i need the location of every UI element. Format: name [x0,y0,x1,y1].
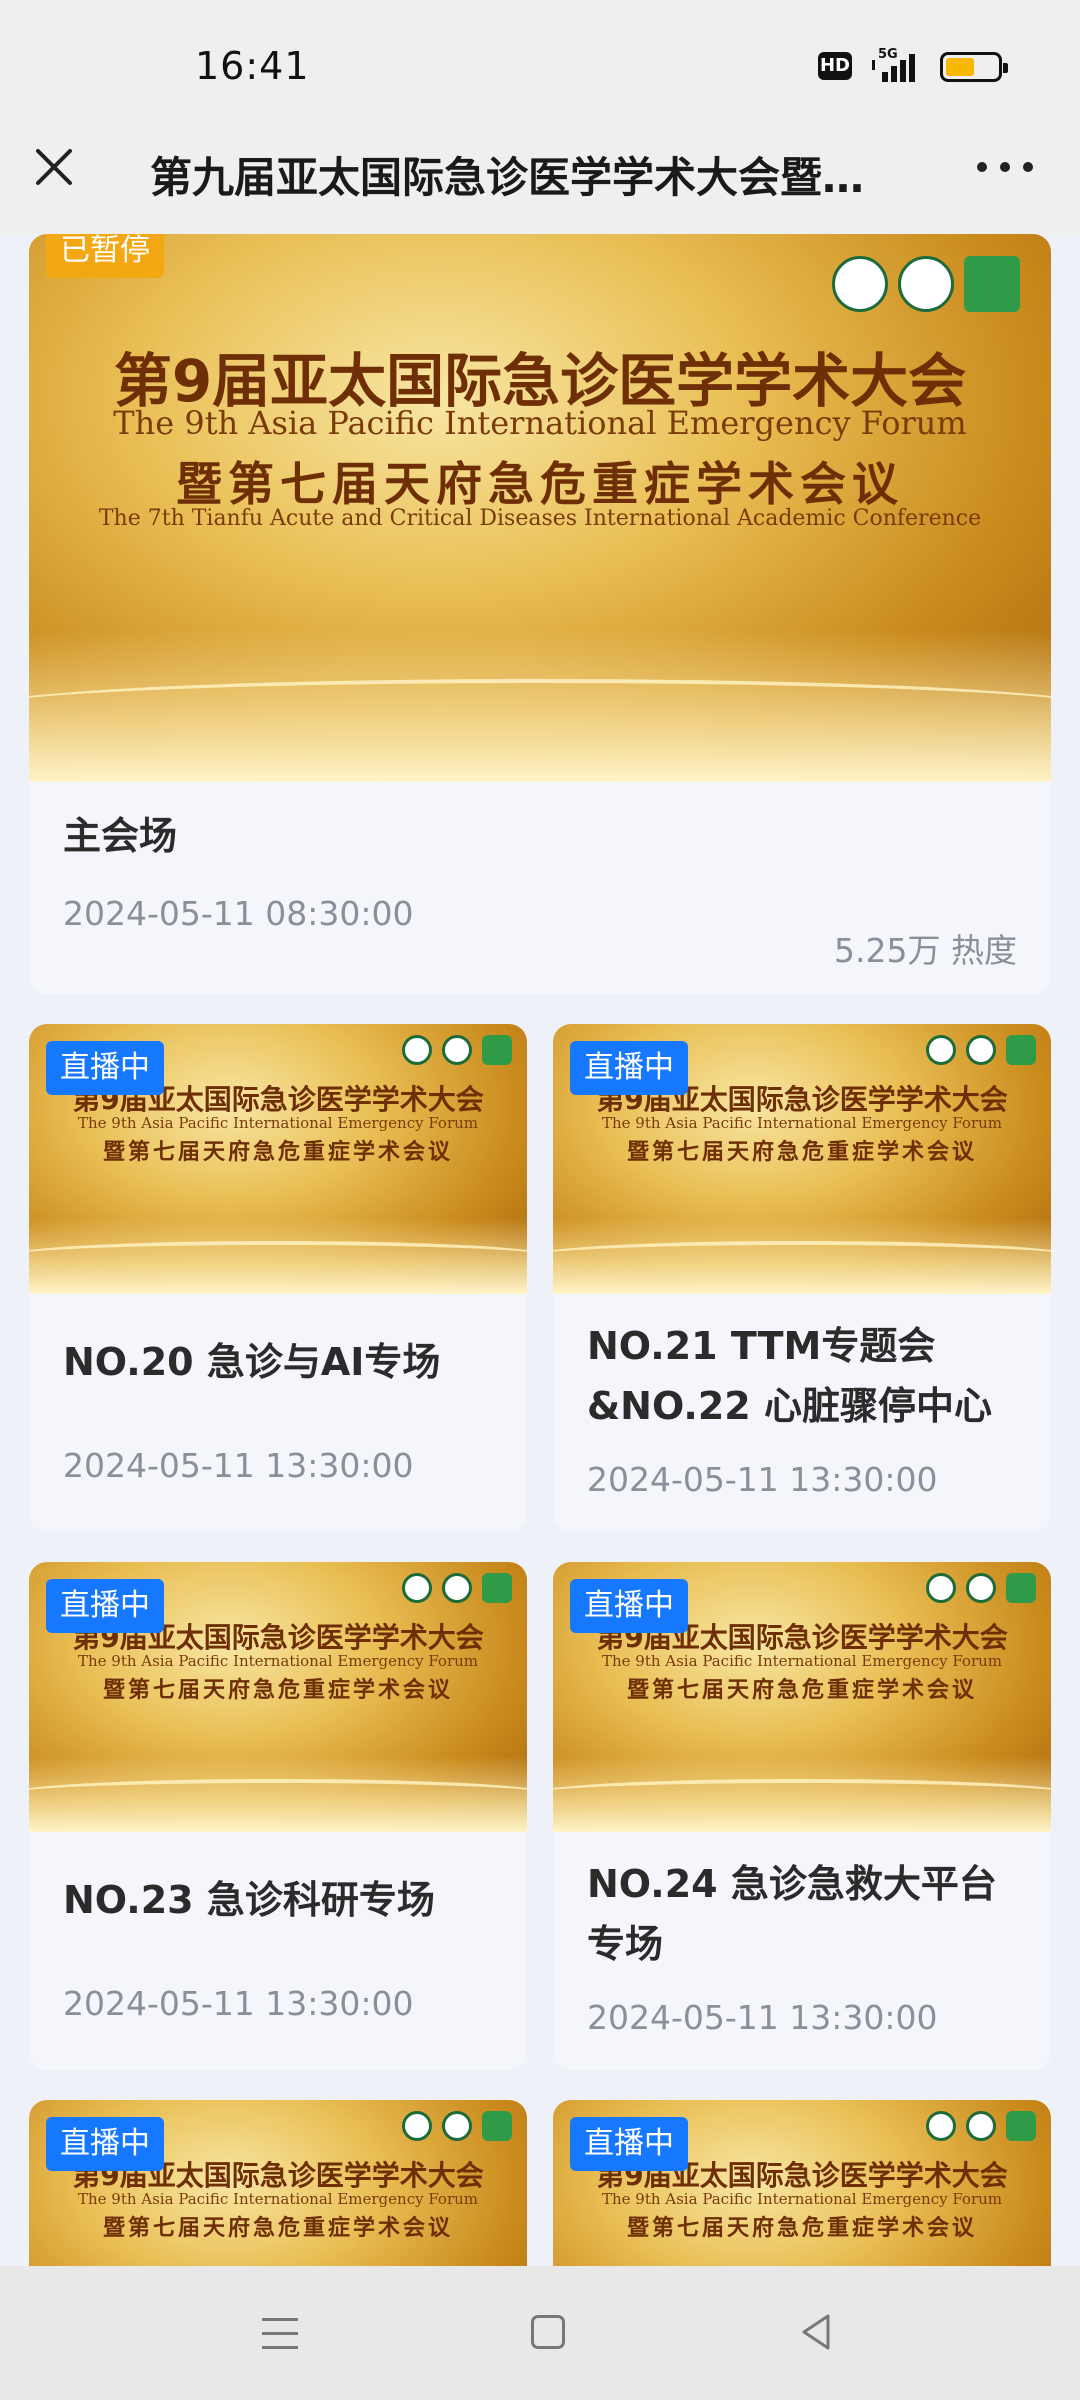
session-title: NO.21 TTM专题会&NO.22 心脏骤停中心（CA… [587,1324,992,1428]
organizer-logos [926,1572,1037,1603]
organizer-logos [402,1034,513,1065]
cover-title-en: The 9th Asia Pacific International Emerg… [77,1652,479,1670]
live-badge: 直播中 [46,1041,164,1095]
cover-title-en: The 9th Asia Pacific International Emerg… [113,404,967,442]
cover-title-en: The 9th Asia Pacific International Emerg… [601,1114,1003,1132]
status-bar: 16:41 HD 5G [0,0,1080,130]
live-badge: 直播中 [570,1579,688,1633]
session-title: NO.24 急诊急救大平台专场 [587,1862,997,1966]
session-title: NO.20 急诊与AI专场 [63,1340,441,1384]
home-icon[interactable] [531,2315,565,2349]
cover-subtitle-cn: 暨第七届天府急危重症学术会议 [102,2216,453,2241]
page-title: 第九届亚太国际急诊医学学术大会暨… [150,153,865,202]
session-datetime: 2024-05-11 13:30:00 [63,1446,414,1485]
live-badge: 直播中 [570,2117,688,2171]
cover-subtitle-cn: 暨第七届天府急危重症学术会议 [176,457,904,511]
more-icon[interactable] [975,160,1035,174]
live-badge: 直播中 [46,2117,164,2171]
session-datetime: 2024-05-11 08:30:00 [63,894,414,933]
cover-title-en: The 9th Asia Pacific International Emerg… [77,2190,479,2208]
session-card[interactable]: 直播中 第9届亚太国际急诊医学学术大会 The 9th Asia Pacific… [553,2100,1051,2266]
status-badge: 已暂停 [46,234,164,278]
cover-title-en: The 9th Asia Pacific International Emerg… [601,1652,1003,1670]
cover-subtitle-cn: 暨第七届天府急危重症学术会议 [626,1140,977,1165]
cover-subtitle-cn: 暨第七届天府急危重症学术会议 [102,1678,453,1703]
heat-count: 5.25万 热度 [834,931,1017,970]
session-title: 主会场 [63,814,178,858]
session-title: NO.23 急诊科研专场 [63,1878,435,1922]
close-icon[interactable] [30,143,78,191]
cover-title-en: The 9th Asia Pacific International Emerg… [77,1114,479,1132]
battery-icon [940,52,1008,82]
live-badge: 直播中 [570,1041,688,1095]
cover-subtitle-cn: 暨第七届天府急危重症学术会议 [102,1140,453,1165]
session-card[interactable]: 直播中 第9届亚太国际急诊医学学术大会 The 9th Asia Pacific… [29,1024,527,1532]
session-datetime: 2024-05-11 13:30:00 [63,1984,414,2023]
session-card[interactable]: 直播中 第9届亚太国际急诊医学学术大会 The 9th Asia Pacific… [29,2100,527,2266]
signal-icon: 5G [872,47,915,82]
organizer-logos [926,2110,1037,2141]
organizer-logos [402,1572,513,1603]
cover-subtitle-cn: 暨第七届天府急危重症学术会议 [626,1678,977,1703]
session-card[interactable]: 直播中 第9届亚太国际急诊医学学术大会 The 9th Asia Pacific… [553,1024,1051,1532]
cover-image: 第9届亚太国际急诊医学学术大会 The 9th Asia Pacific Int… [29,234,1051,782]
status-time: 16:41 [195,44,310,88]
cover-subtitle-cn: 暨第七届天府急危重症学术会议 [626,2216,977,2241]
live-badge: 直播中 [46,1579,164,1633]
cover-subtitle-en: The 7th Tianfu Acute and Critical Diseas… [98,506,982,531]
organizer-logos [402,2110,513,2141]
network-label: 5G [878,47,898,62]
main-session-card[interactable]: 已暂停 第9届亚太国际急诊医学学术大会 The 9th Asia Pacific… [29,234,1051,994]
back-icon[interactable] [796,2312,836,2352]
session-datetime: 2024-05-11 13:30:00 [587,1998,938,2037]
session-datetime: 2024-05-11 13:30:00 [587,1460,938,1499]
recent-apps-icon[interactable] [262,2316,298,2350]
organizer-logos [832,255,1021,312]
organizer-logos [926,1034,1037,1065]
session-card[interactable]: 直播中 第9届亚太国际急诊医学学术大会 The 9th Asia Pacific… [553,1562,1051,2070]
hd-icon: HD [818,52,852,80]
cover-title-en: The 9th Asia Pacific International Emerg… [601,2190,1003,2208]
session-card[interactable]: 直播中 第9届亚太国际急诊医学学术大会 The 9th Asia Pacific… [29,1562,527,2070]
